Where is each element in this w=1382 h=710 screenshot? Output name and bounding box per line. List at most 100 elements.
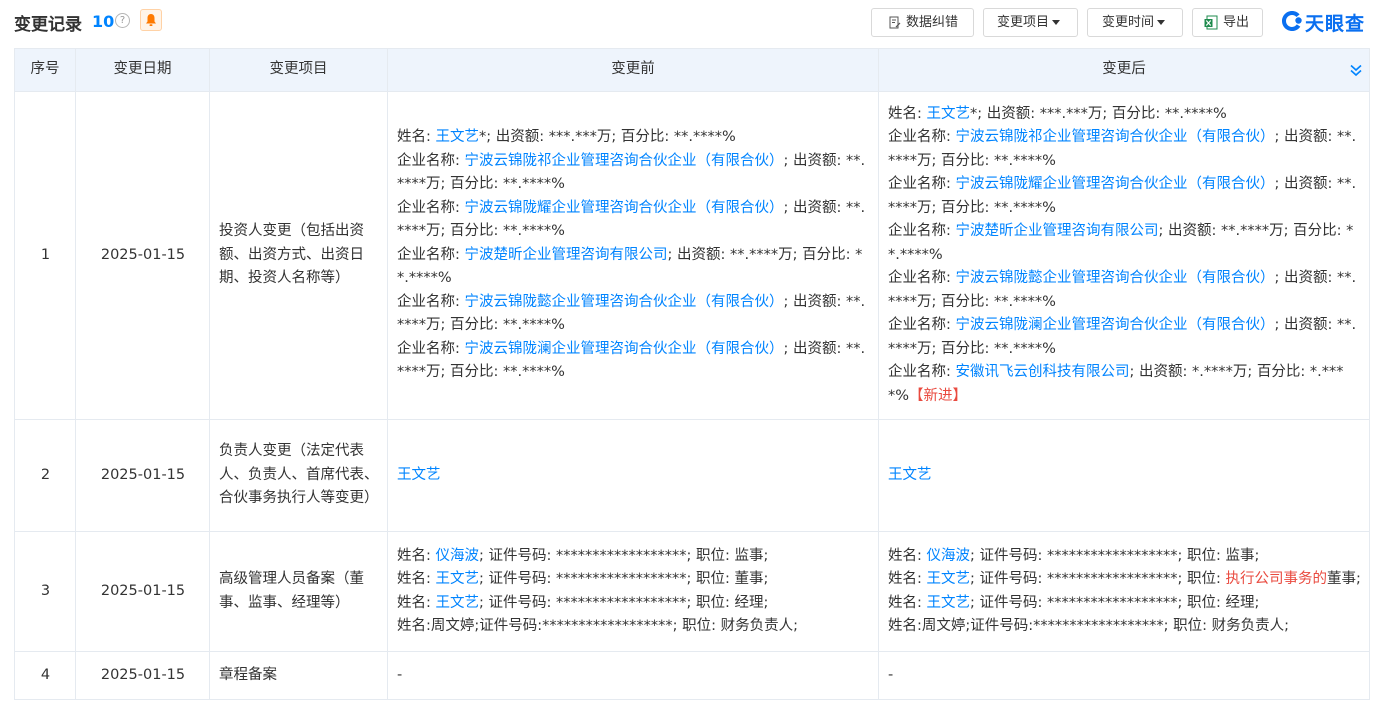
value-text: 企业名称: <box>888 364 956 380</box>
value-after: 王文艺 <box>879 420 1370 532</box>
value-before: 王文艺 <box>388 420 879 532</box>
entity-link[interactable]: 宁波云锦陇澜企业管理咨询合伙企业（有限合伙） <box>956 317 1275 333</box>
value-line: 企业名称: 宁波云锦陇懿企业管理咨询合伙企业（有限合伙）; 出资额: **.**… <box>397 291 870 338</box>
change-date: 2025-01-15 <box>76 420 210 532</box>
value-line: 王文艺 <box>888 464 1361 488</box>
help-icon[interactable]: ? <box>115 13 130 28</box>
entity-link[interactable]: 宁波云锦陇懿企业管理咨询合伙企业（有限合伙） <box>956 270 1275 286</box>
entity-link[interactable]: 仪海波 <box>436 548 480 564</box>
data-correction-button[interactable]: 数据纠错 <box>871 8 974 37</box>
value-line: 企业名称: 宁波楚昕企业管理咨询有限公司; 出资额: **.****万; 百分比… <box>888 220 1361 267</box>
value-line: 姓名: 王文艺; 证件号码: ******************; 职位: 执… <box>888 568 1361 592</box>
expand-double-chevron-icon[interactable] <box>1349 63 1363 77</box>
value-line: 姓名: 王文艺; 证件号码: ******************; 职位: 董… <box>397 568 870 592</box>
value-text: *; 出资额: ***.***万; 百分比: **.****% <box>479 129 736 145</box>
value-line: 姓名: 仪海波; 证件号码: ******************; 职位: 监… <box>888 545 1361 569</box>
value-text: 企业名称: <box>888 317 956 333</box>
value-before: 姓名: 仪海波; 证件号码: ******************; 职位: 监… <box>388 532 879 652</box>
entity-link[interactable]: 安徽讯飞云创科技有限公司 <box>956 364 1130 380</box>
bell-icon[interactable] <box>140 9 162 31</box>
value-line: 姓名: 王文艺*; 出资额: ***.***万; 百分比: **.****% <box>888 103 1361 127</box>
export-button[interactable]: 导出 <box>1192 8 1263 37</box>
value-text: ; 证件号码: ******************; 职位: 经理; <box>479 595 768 611</box>
highlight-tag: 执行公司事务的 <box>1225 571 1327 587</box>
entity-link[interactable]: 王文艺 <box>397 467 441 483</box>
change-record-table: 序号 变更日期 变更项目 变更前 变更后 12025-01-15投资人变更（包括… <box>14 48 1370 700</box>
entity-link[interactable]: 仪海波 <box>927 548 971 564</box>
value-before: 姓名: 王文艺*; 出资额: ***.***万; 百分比: **.****% 企业… <box>388 92 879 420</box>
value-text: 企业名称: <box>397 247 465 263</box>
entity-link[interactable]: 王文艺 <box>927 106 971 122</box>
row-number: 4 <box>15 652 76 700</box>
value-line: 企业名称: 宁波楚昕企业管理咨询有限公司; 出资额: **.****万; 百分比… <box>397 244 870 291</box>
change-item-label: 变更项目 <box>997 15 1049 30</box>
value-after: - <box>879 652 1370 700</box>
col-header-date: 变更日期 <box>76 49 210 92</box>
entity-link[interactable]: 宁波云锦陇祁企业管理咨询合伙企业（有限合伙） <box>956 129 1275 145</box>
change-time-label: 变更时间 <box>1102 15 1154 30</box>
value-line: 王文艺 <box>397 464 870 488</box>
change-time-dropdown[interactable]: 变更时间 <box>1087 8 1183 37</box>
value-text: 企业名称: <box>888 129 956 145</box>
table-row: 12025-01-15投资人变更（包括出资额、出资方式、出资日期、投资人名称等）… <box>15 92 1370 420</box>
change-date: 2025-01-15 <box>76 652 210 700</box>
table-row: 42025-01-15章程备案-- <box>15 652 1370 700</box>
caret-down-icon <box>1157 20 1165 25</box>
highlight-tag: 【新进】 <box>909 388 967 404</box>
col-header-no: 序号 <box>15 49 76 92</box>
data-correction-label: 数据纠错 <box>906 9 958 36</box>
value-text: 姓名: <box>888 595 927 611</box>
value-line: 姓名: 王文艺; 证件号码: ******************; 职位: 经… <box>397 592 870 616</box>
entity-link[interactable]: 王文艺 <box>927 595 971 611</box>
col-header-before: 变更前 <box>388 49 879 92</box>
change-item: 负责人变更（法定代表人、负责人、首席代表、合伙事务执行人等变更） <box>210 420 388 532</box>
entity-link[interactable]: 王文艺 <box>436 571 480 587</box>
entity-link[interactable]: 宁波楚昕企业管理咨询有限公司 <box>465 247 668 263</box>
row-number: 1 <box>15 92 76 420</box>
value-line: 企业名称: 宁波云锦陇祁企业管理咨询合伙企业（有限合伙）; 出资额: **.**… <box>888 126 1361 173</box>
row-number: 3 <box>15 532 76 652</box>
value-before: - <box>388 652 879 700</box>
change-item: 章程备案 <box>210 652 388 700</box>
change-item-dropdown[interactable]: 变更项目 <box>983 8 1078 37</box>
logo-eye-icon <box>1281 9 1303 33</box>
export-label: 导出 <box>1223 9 1249 36</box>
value-text: 企业名称: <box>888 270 956 286</box>
excel-icon <box>1204 15 1218 30</box>
table-header-row: 序号 变更日期 变更项目 变更前 变更后 <box>15 49 1370 92</box>
change-item: 投资人变更（包括出资额、出资方式、出资日期、投资人名称等） <box>210 92 388 420</box>
value-line: 姓名:周文婷;证件号码:******************; 职位: 财务负责… <box>888 615 1361 639</box>
value-text: 姓名:周文婷;证件号码:******************; 职位: 财务负责… <box>397 618 798 634</box>
entity-link[interactable]: 宁波云锦陇澜企业管理咨询合伙企业（有限合伙） <box>465 341 784 357</box>
value-text: 企业名称: <box>397 294 465 310</box>
entity-link[interactable]: 王文艺 <box>436 595 480 611</box>
entity-link[interactable]: 宁波云锦陇耀企业管理咨询合伙企业（有限合伙） <box>465 200 784 216</box>
value-line: 姓名: 王文艺; 证件号码: ******************; 职位: 经… <box>888 592 1361 616</box>
change-date: 2025-01-15 <box>76 92 210 420</box>
value-line: 企业名称: 宁波云锦陇懿企业管理咨询合伙企业（有限合伙）; 出资额: **.**… <box>888 267 1361 314</box>
col-header-after: 变更后 <box>1102 61 1146 77</box>
value-line: 企业名称: 宁波云锦陇澜企业管理咨询合伙企业（有限合伙）; 出资额: **.**… <box>888 314 1361 361</box>
value-text: - <box>888 667 893 683</box>
value-text: ; 证件号码: ******************; 职位: 监事; <box>479 548 768 564</box>
logo-text: 天眼查 <box>1305 9 1365 36</box>
value-text: 姓名: <box>888 106 927 122</box>
entity-link[interactable]: 王文艺 <box>436 129 480 145</box>
value-text: 姓名: <box>397 129 436 145</box>
entity-link[interactable]: 宁波楚昕企业管理咨询有限公司 <box>956 223 1159 239</box>
entity-link[interactable]: 王文艺 <box>927 571 971 587</box>
table-row: 32025-01-15高级管理人员备案（董事、监事、经理等）姓名: 仪海波; 证… <box>15 532 1370 652</box>
value-text: 姓名: <box>888 548 927 564</box>
value-line: - <box>397 664 870 688</box>
value-line: 姓名: 仪海波; 证件号码: ******************; 职位: 监… <box>397 545 870 569</box>
value-line: 企业名称: 宁波云锦陇祁企业管理咨询合伙企业（有限合伙）; 出资额: **.**… <box>397 150 870 197</box>
value-text: 姓名: <box>397 548 436 564</box>
entity-link[interactable]: 宁波云锦陇耀企业管理咨询合伙企业（有限合伙） <box>956 176 1275 192</box>
entity-link[interactable]: 王文艺 <box>888 467 932 483</box>
entity-link[interactable]: 宁波云锦陇懿企业管理咨询合伙企业（有限合伙） <box>465 294 784 310</box>
value-text: 姓名:周文婷;证件号码:******************; 职位: 财务负责… <box>888 618 1289 634</box>
section-title: 变更记录 <box>14 10 82 35</box>
value-text: 姓名: <box>397 595 436 611</box>
entity-link[interactable]: 宁波云锦陇祁企业管理咨询合伙企业（有限合伙） <box>465 153 784 169</box>
value-line: 企业名称: 宁波云锦陇耀企业管理咨询合伙企业（有限合伙）; 出资额: **.**… <box>397 197 870 244</box>
